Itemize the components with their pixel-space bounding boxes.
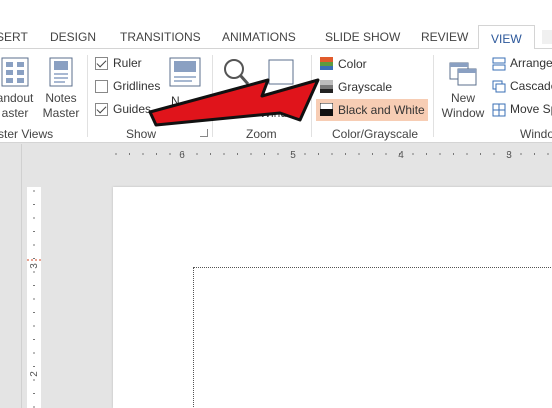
arrow-icon (148, 78, 320, 127)
annotation-arrow (148, 78, 320, 127)
